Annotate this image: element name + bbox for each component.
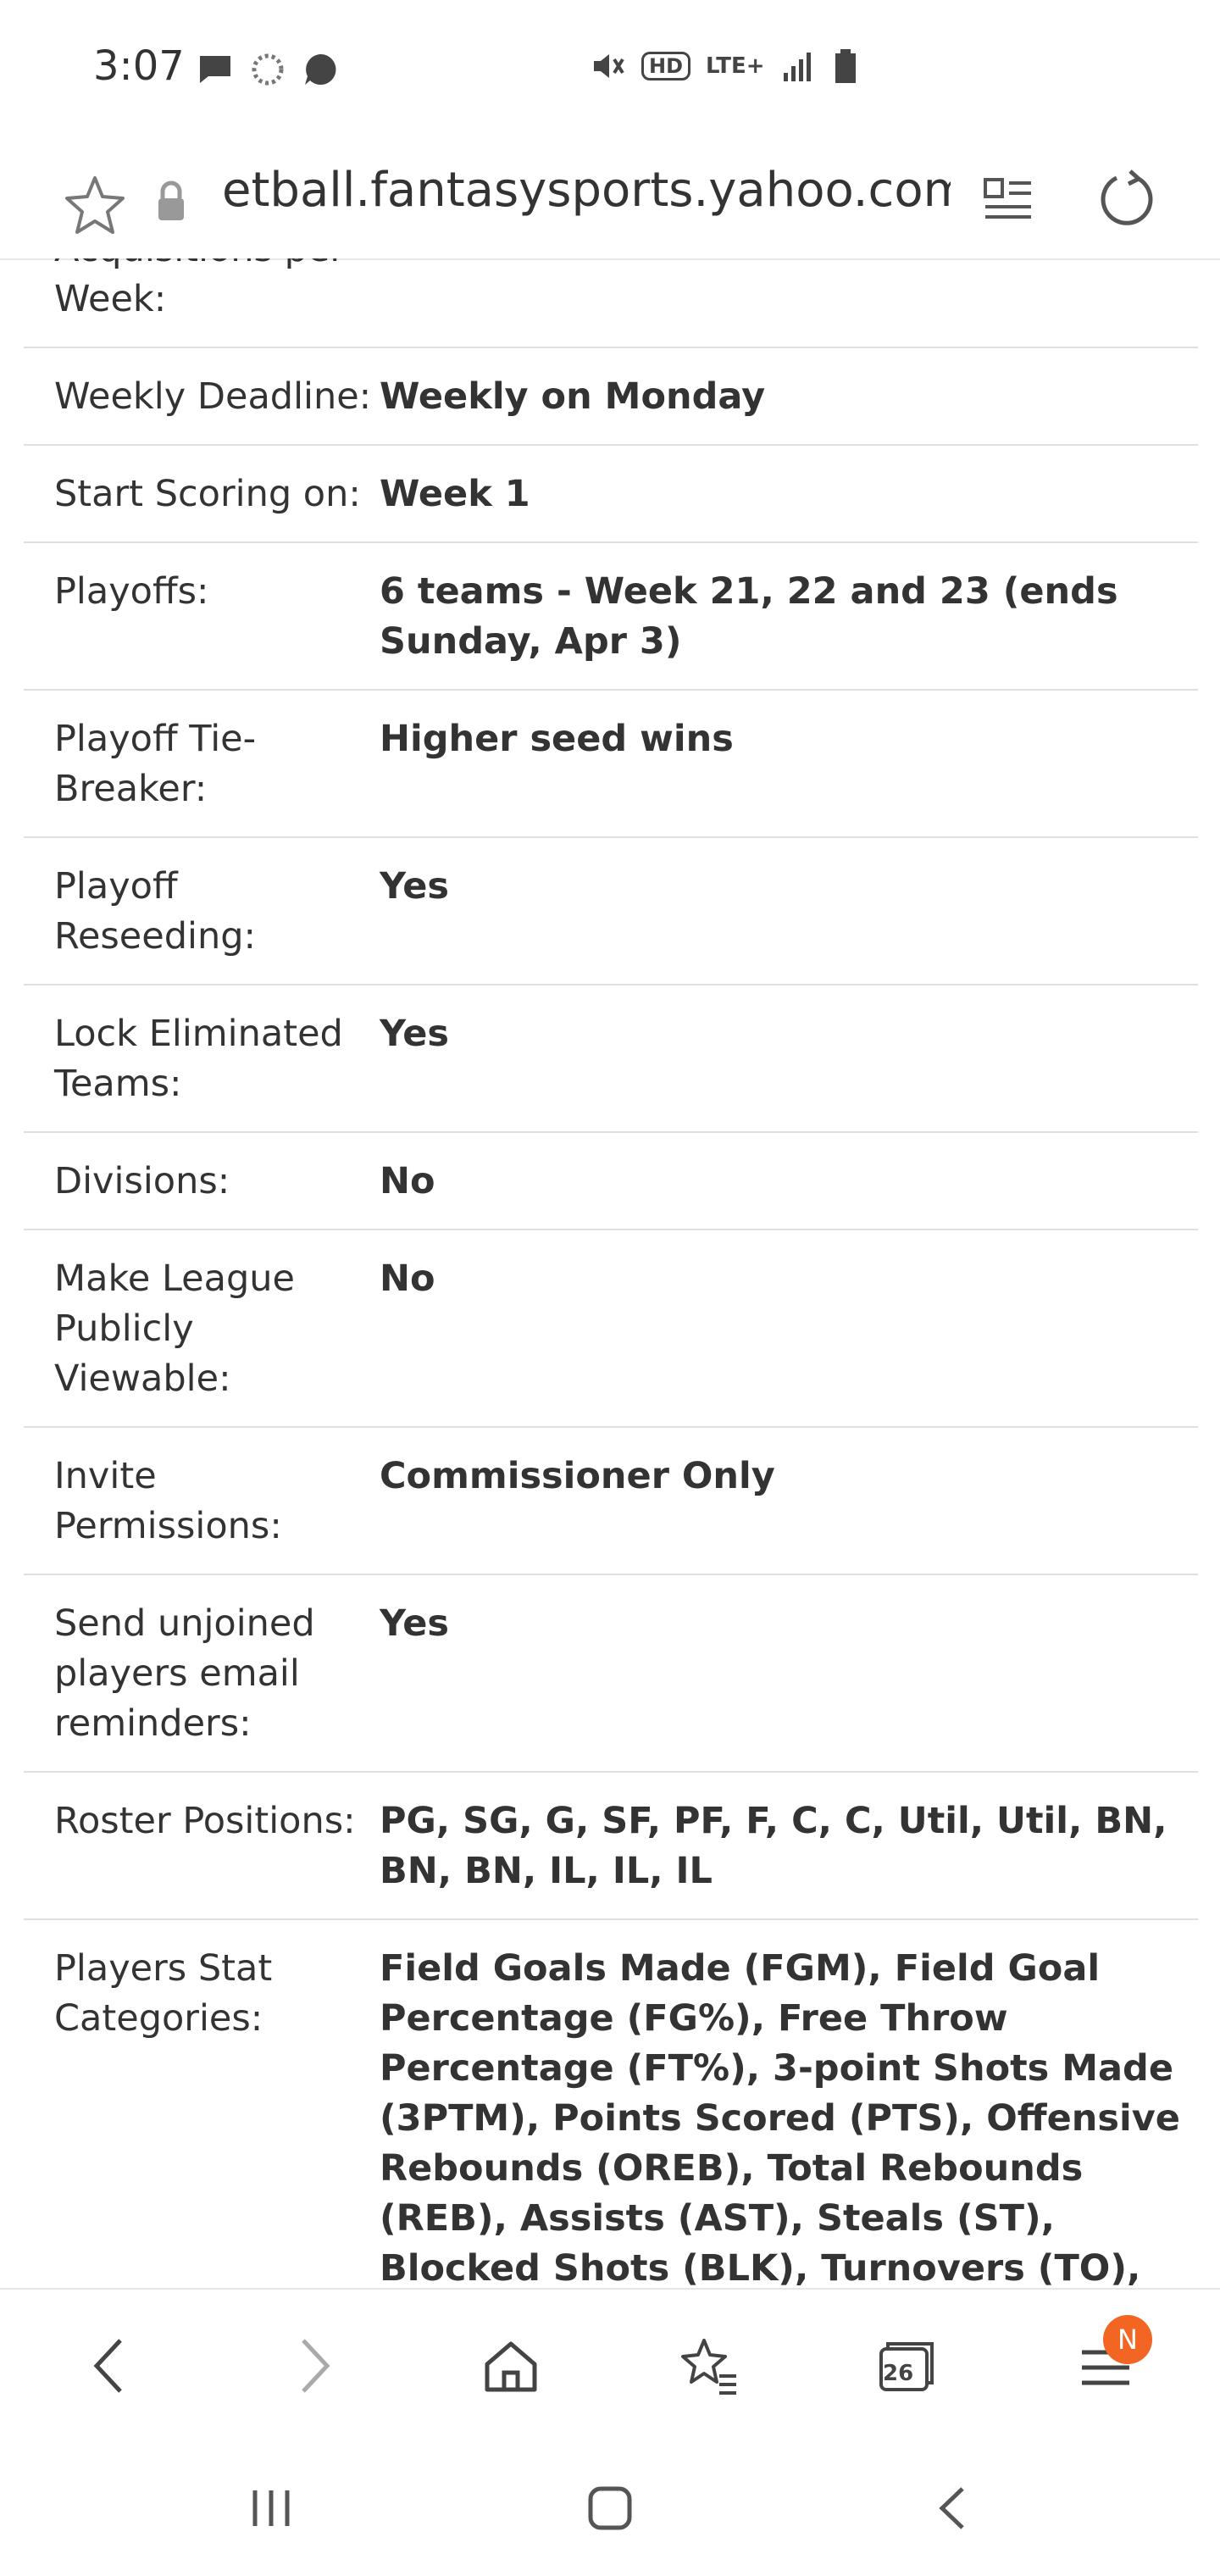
settings-row: Send unjoined players email reminders: Ye… [24,1575,1198,1773]
setting-value: 6 teams - Week 21, 22 and 23 (ends Sunda… [380,570,1118,663]
chevron-left-icon [93,2339,122,2393]
settings-row: Players Stat Categories: Field Goals Made… [24,1920,1198,2288]
settings-row: Divisions: No [24,1133,1198,1230]
battery-icon [835,49,856,83]
setting-label: Invite Permissions: [54,1455,282,1547]
hd-icon: HD [641,52,691,80]
loading-icon [252,53,284,86]
recent-apps-icon [252,2490,290,2526]
league-settings-table: Acquisitions per Week:Weekly Deadline:We… [24,258,1198,2288]
settings-row: Acquisitions per Week: [24,258,1198,348]
reader-mode-icon[interactable] [979,168,1038,236]
setting-label: Divisions: [54,1160,230,1202]
chevron-right-icon [302,2339,330,2393]
message-icon [200,56,230,83]
setting-value: Week 1 [380,473,530,515]
tabs-count: 26 [883,2361,914,2386]
signal-icon [783,53,811,81]
setting-label: Weekly Deadline: [54,375,372,418]
setting-value [380,258,1198,325]
settings-row: Playoff Tie-Breaker: Higher seed wins [24,691,1198,838]
home-square-icon [588,2486,632,2530]
setting-value: Commissioner Only [380,1455,775,1497]
league-settings-content[interactable]: Acquisitions per Week:Weekly Deadline:We… [0,258,1220,2288]
home-button[interactable] [469,2323,553,2408]
settings-row: Make League Publicly Viewable: No [24,1230,1198,1428]
system-icons: HD LTE+ [589,47,858,85]
tabs-button[interactable]: 26 [864,2323,949,2408]
setting-value: Yes [380,1013,449,1055]
settings-row: Invite Permissions: Commissioner Only [24,1428,1198,1575]
reload-icon[interactable] [1093,164,1161,232]
setting-value: Yes [380,1602,449,1645]
setting-label: Playoff Tie-Breaker: [54,718,257,810]
browser-toolbar: 26 N [0,2288,1220,2442]
setting-value: Higher seed wins [380,718,734,760]
lock-icon [158,180,184,220]
setting-label: Send unjoined players email reminders: [54,1602,315,1745]
url-text[interactable]: etball.fantasysports.yahoo.com [222,163,951,218]
setting-value: No [380,1160,435,1202]
settings-row: Roster Positions: PG, SG, G, SF, PF, F, C… [24,1773,1198,1920]
back-chevron-icon [939,2487,964,2529]
setting-label: Playoff Reseeding: [54,865,256,958]
bookmarks-star-icon [681,2339,736,2395]
setting-value: PG, SG, G, SF, PF, F, C, C, Util, Util, … [380,1800,1167,1892]
forward-button[interactable] [271,2323,356,2408]
chat-bubble-icon [305,53,336,85]
settings-row: Start Scoring on: Week 1 [24,446,1198,543]
setting-value: No [380,1257,435,1300]
recent-apps-button[interactable] [229,2474,313,2542]
system-nav-bar [0,2440,1220,2576]
setting-label: Make League Publicly Viewable: [54,1257,295,1400]
lte-icon: LTE+ [706,53,765,79]
home-nav-button[interactable] [568,2474,652,2542]
setting-label: Players Stat Categories: [54,1947,273,2040]
status-time: 3:07 [93,42,185,90]
setting-label: Acquisitions per Week: [54,258,345,320]
notification-badge: N [1103,2315,1152,2364]
setting-label: Lock Eliminated Teams: [54,1013,343,1105]
home-icon [485,2341,537,2392]
settings-row: Weekly Deadline: Weekly on Monday [24,348,1198,446]
settings-row: Playoff Reseeding: Yes [24,838,1198,985]
settings-row: Playoffs: 6 teams - Week 21, 22 and 23 (e… [24,543,1198,691]
back-nav-button[interactable] [911,2474,995,2542]
setting-label: Playoffs: [54,570,209,613]
setting-label: Start Scoring on: [54,473,361,515]
settings-row: Lock Eliminated Teams: Yes [24,985,1198,1133]
status-bar: 3:07 HD LTE+ [0,0,1220,144]
notification-icons [197,51,339,88]
bookmark-star-icon[interactable] [61,171,129,239]
setting-value: Weekly on Monday [380,375,766,418]
setting-value: Yes [380,865,449,908]
setting-value: Field Goals Made (FGM), Field Goal Perce… [380,1947,1180,2288]
mute-icon [594,54,624,78]
back-button[interactable] [68,2323,152,2408]
setting-label: Roster Positions: [54,1800,356,1842]
bookmarks-button[interactable] [667,2323,751,2408]
url-bar[interactable]: etball.fantasysports.yahoo.com [0,144,1220,260]
